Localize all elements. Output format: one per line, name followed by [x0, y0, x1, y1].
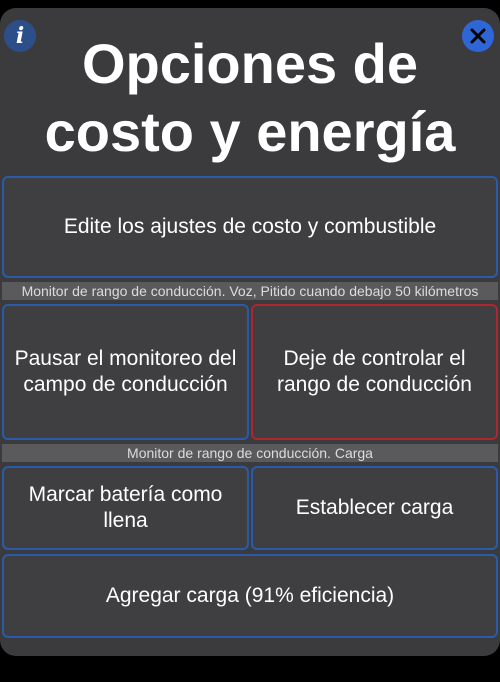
options-panel: i Opciones de costo y energía Edite los …: [0, 8, 500, 656]
range-monitor-voice-label: Monitor de rango de conducción. Voz, Pit…: [2, 282, 498, 300]
range-monitor-charge-label: Monitor de rango de conducción. Carga: [2, 444, 498, 462]
set-charge-button[interactable]: Establecer carga: [251, 466, 498, 550]
add-charge-button[interactable]: Agregar carga (91% eficiencia): [2, 554, 498, 638]
mark-battery-full-button[interactable]: Marcar batería como llena: [2, 466, 249, 550]
edit-cost-fuel-button[interactable]: Edite los ajustes de costo y combustible: [2, 176, 498, 278]
page-title: Opciones de costo y energía: [44, 32, 456, 163]
stop-range-control-button[interactable]: Deje de controlar el rango de conducción: [251, 304, 498, 440]
pause-monitoring-button[interactable]: Pausar el monitoreo del campo de conducc…: [2, 304, 249, 440]
